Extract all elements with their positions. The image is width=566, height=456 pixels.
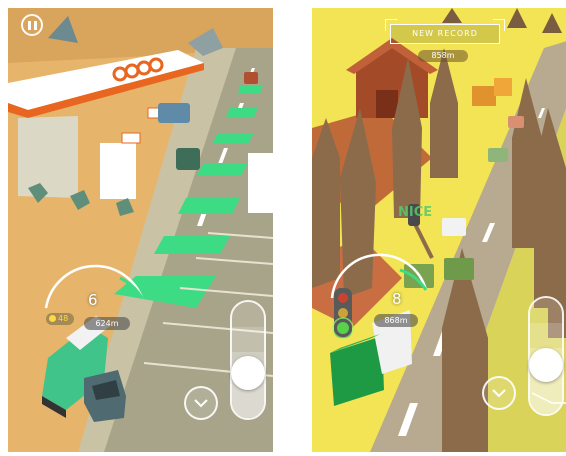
nice-popup: NICE [398, 205, 433, 220]
traffic-car [508, 116, 524, 128]
distance-pill: 624m [84, 317, 130, 330]
chevron-down-icon [194, 399, 208, 408]
traffic-car [444, 258, 474, 280]
right-game-screen: NEW RECORD 858m NICE 8 868m [312, 8, 566, 452]
record-distance: 858m [418, 50, 468, 62]
throttle-knob[interactable] [529, 348, 563, 382]
coin-icon [49, 315, 56, 322]
down-button[interactable] [184, 386, 218, 420]
distance-pill: 868m [374, 314, 418, 327]
pause-icon-bar [34, 21, 37, 30]
coin-count: 48 [58, 314, 69, 323]
station-floor [18, 116, 78, 198]
traffic-car [488, 148, 508, 162]
chevron-down-icon [492, 389, 506, 398]
coin-counter: 48 [46, 313, 75, 325]
speed-value: 6 [88, 291, 98, 309]
pause-icon [28, 21, 31, 30]
left-game-screen: 6 48 624m [8, 8, 273, 452]
traffic-car [176, 148, 200, 170]
pause-button[interactable] [21, 14, 43, 36]
new-record-banner: NEW RECORD [385, 19, 505, 44]
down-button[interactable] [482, 376, 516, 410]
traffic-car [244, 72, 258, 84]
small-sign [121, 132, 141, 144]
dark-car [84, 370, 126, 422]
traffic-car [442, 218, 466, 236]
parked-car [158, 103, 190, 123]
traffic-light-icon [332, 288, 354, 339]
hay-bale [472, 86, 496, 106]
hay-bale [494, 78, 512, 96]
throttle-knob[interactable] [231, 356, 265, 390]
speed-value: 8 [392, 290, 402, 308]
